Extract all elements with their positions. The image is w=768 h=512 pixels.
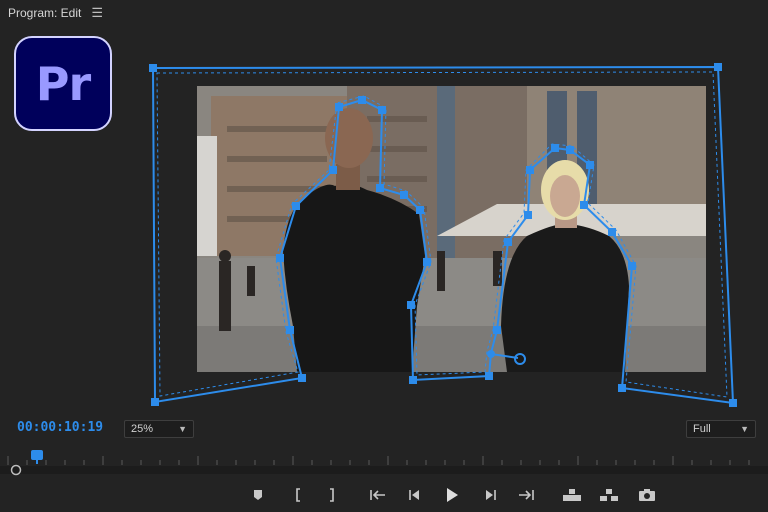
export-frame-icon[interactable] — [636, 484, 658, 506]
playhead-timecode[interactable]: 00:00:10:19 — [17, 420, 103, 435]
mask-overlay[interactable] — [0, 0, 768, 420]
zoom-level-select[interactable]: 25% ▼ — [124, 420, 194, 438]
mark-out-icon[interactable] — [321, 484, 343, 506]
zoom-scroll-handle — [10, 464, 22, 476]
logo-text: Pr — [35, 56, 91, 111]
outer-mask-path — [151, 65, 735, 405]
go-to-in-icon[interactable] — [367, 484, 389, 506]
chevron-down-icon: ▼ — [178, 424, 187, 434]
lift-icon[interactable] — [561, 484, 583, 506]
go-to-out-icon[interactable] — [515, 484, 537, 506]
chevron-down-icon: ▼ — [740, 424, 749, 434]
playback-resolution-select[interactable]: Full ▼ — [686, 420, 756, 438]
zoom-level-value: 25% — [131, 423, 154, 435]
program-monitor-viewer[interactable] — [0, 0, 768, 420]
add-marker-icon[interactable] — [247, 484, 269, 506]
time-ruler[interactable] — [0, 448, 768, 476]
play-icon[interactable] — [441, 484, 463, 506]
premiere-pro-logo: Pr — [14, 36, 112, 131]
feather-handle — [514, 353, 526, 365]
extract-icon[interactable] — [598, 484, 620, 506]
transport-controls — [0, 484, 768, 510]
playhead-marker — [31, 450, 43, 464]
step-back-icon[interactable] — [404, 484, 426, 506]
step-forward-icon[interactable] — [479, 484, 501, 506]
mark-in-icon[interactable] — [287, 484, 309, 506]
playback-resolution-value: Full — [693, 423, 711, 435]
